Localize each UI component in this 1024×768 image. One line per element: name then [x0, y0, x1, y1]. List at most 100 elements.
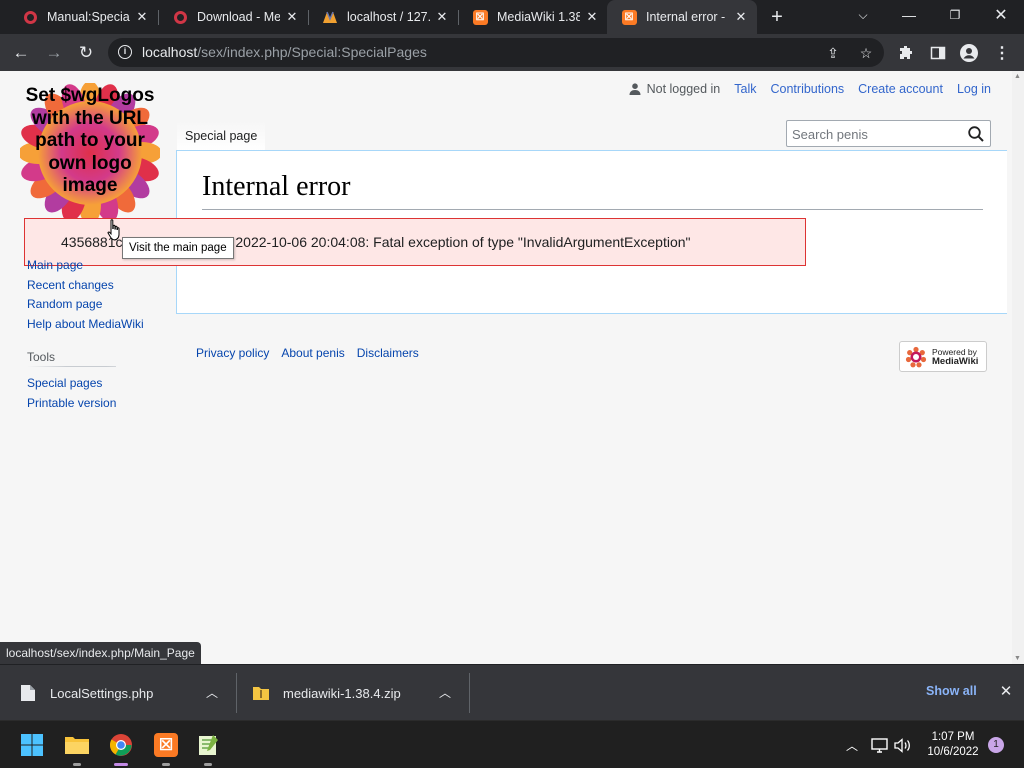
- folder-icon: [65, 737, 89, 754]
- mediawiki-flower-icon: [905, 346, 927, 367]
- download-item[interactable]: mediawiki-1.38.4.zip ︿: [253, 665, 468, 721]
- page-title: Internal error: [202, 171, 983, 210]
- sidebar-item-recent-changes[interactable]: Recent changes: [27, 277, 144, 297]
- file-icon: [21, 685, 35, 701]
- logo-tooltip: Visit the main page: [122, 237, 234, 259]
- download-shelf: LocalSettings.php ︿ mediawiki-1.38.4.zip…: [0, 664, 1024, 720]
- back-button[interactable]: ←: [8, 40, 34, 66]
- download-item[interactable]: LocalSettings.php ︿: [20, 665, 235, 721]
- site-info-icon[interactable]: i: [118, 45, 132, 59]
- browser-tab[interactable]: Download - MediaWiki ✕: [158, 0, 308, 34]
- profile-avatar-icon[interactable]: [958, 42, 980, 64]
- minimize-button[interactable]: —: [886, 0, 932, 30]
- tab-title: MediaWiki 1.38.4: [497, 10, 580, 24]
- clock-time: 1:07 PM: [931, 731, 975, 743]
- tab-title: localhost / 127.0.0.1: [347, 10, 430, 24]
- talk-link[interactable]: Talk: [734, 82, 756, 96]
- sidebar-item-main-page[interactable]: Main page: [27, 257, 144, 277]
- menu-kebab-icon[interactable]: ⋮: [991, 42, 1013, 64]
- disclaimers-link[interactable]: Disclaimers: [357, 346, 419, 360]
- tab-search-icon[interactable]: ⌵: [840, 0, 886, 30]
- sidebar-item-special-pages[interactable]: Special pages: [27, 375, 116, 395]
- page-scrollbar[interactable]: ▲ ▼: [1012, 71, 1024, 664]
- reload-button[interactable]: ↻: [73, 40, 99, 66]
- sidebar-tools: Tools Special pages Printable version: [27, 350, 117, 415]
- close-tab-icon[interactable]: ✕: [134, 9, 150, 25]
- chrome-button[interactable]: [105, 729, 137, 766]
- contributions-link[interactable]: Contributions: [771, 82, 845, 96]
- download-filename: mediawiki-1.38.4.zip: [283, 685, 401, 701]
- not-logged-in-status: Not logged in: [629, 82, 720, 96]
- browser-toolbar: ← → ↻ i localhost/sex/index.php/Special:…: [0, 34, 1024, 71]
- zip-folder-icon: [253, 687, 269, 700]
- show-all-downloads-button[interactable]: Show all: [926, 684, 977, 698]
- restore-button[interactable]: ❐: [932, 0, 978, 30]
- chrome-icon: [110, 734, 132, 756]
- opera-icon: [22, 9, 38, 25]
- chevron-up-icon[interactable]: ︿: [437, 684, 453, 700]
- tab-title: Manual:Special pages: [47, 10, 130, 24]
- network-icon[interactable]: [869, 735, 889, 755]
- close-tab-icon[interactable]: ✕: [733, 9, 749, 25]
- new-tab-button[interactable]: +: [766, 6, 788, 28]
- search-icon[interactable]: [967, 125, 985, 143]
- user-icon: [629, 83, 641, 95]
- close-shelf-icon[interactable]: ✕: [997, 682, 1015, 700]
- browser-tab[interactable]: ☒ MediaWiki 1.38.4 ✕: [458, 0, 608, 34]
- close-tab-icon[interactable]: ✕: [584, 9, 600, 25]
- sidebar-navigation: Main page Recent changes Random page Hel…: [27, 257, 144, 335]
- file-explorer-button[interactable]: [61, 729, 93, 766]
- system-clock[interactable]: 1:07 PM 10/6/2022: [920, 730, 986, 760]
- footer-links: Privacy policy About penis Disclaimers: [196, 346, 419, 360]
- xampp-button[interactable]: ☒: [150, 729, 182, 766]
- privacy-policy-link[interactable]: Privacy policy: [196, 346, 269, 360]
- search-input[interactable]: [792, 125, 962, 143]
- personal-tools: Not logged in Talk Contributions Create …: [629, 82, 991, 96]
- windows-logo-icon: [21, 734, 43, 756]
- notepad-plus-icon: [199, 735, 218, 755]
- powered-by-mediawiki-badge[interactable]: Powered by MediaWiki: [899, 341, 987, 372]
- phpmyadmin-icon: [322, 9, 338, 25]
- about-link[interactable]: About penis: [281, 346, 344, 360]
- tools-heading: Tools: [27, 350, 117, 368]
- tab-title: Download - MediaWiki: [197, 10, 280, 24]
- logo-text: Set $wgLogos with the URL path to your o…: [25, 85, 155, 196]
- sidebar-item-random-page[interactable]: Random page: [27, 296, 144, 316]
- mediawiki-text: MediaWiki: [932, 355, 979, 367]
- address-bar[interactable]: i localhost/sex/index.php/Special:Specia…: [108, 38, 884, 67]
- sidebar-item-printable-version[interactable]: Printable version: [27, 395, 116, 415]
- opera-icon: [172, 9, 188, 25]
- download-filename: LocalSettings.php: [50, 685, 154, 701]
- tab-special-page[interactable]: Special page: [177, 121, 266, 151]
- link-status-bubble: localhost/sex/index.php/Main_Page: [0, 642, 201, 664]
- volume-icon[interactable]: [893, 735, 913, 755]
- xampp-icon: ☒: [621, 9, 637, 25]
- browser-tabstrip: Manual:Special pages ✕ Download - MediaW…: [0, 0, 1024, 34]
- close-window-button[interactable]: ✕: [978, 0, 1024, 30]
- hand-cursor-icon: [107, 219, 120, 241]
- share-icon[interactable]: ⇪: [824, 44, 842, 62]
- notepad-plus-button[interactable]: [192, 729, 224, 766]
- tab-title: Internal error - penis: [646, 10, 729, 24]
- sidebar-item-help[interactable]: Help about MediaWiki: [27, 316, 144, 336]
- search-box: [786, 120, 991, 147]
- side-panel-icon[interactable]: [927, 42, 949, 64]
- extensions-icon[interactable]: [895, 42, 917, 64]
- url-text: localhost/sex/index.php/Special:SpecialP…: [142, 44, 427, 60]
- browser-tab-active[interactable]: ☒ Internal error - penis ✕: [607, 0, 757, 34]
- start-button[interactable]: [16, 729, 48, 761]
- log-in-link[interactable]: Log in: [957, 82, 991, 96]
- chevron-up-icon[interactable]: ︿: [204, 684, 220, 700]
- tray-overflow-chevron-icon[interactable]: ︿: [842, 735, 862, 755]
- create-account-link[interactable]: Create account: [858, 82, 943, 96]
- clock-date: 10/6/2022: [927, 746, 979, 758]
- close-tab-icon[interactable]: ✕: [284, 9, 300, 25]
- xampp-icon: ☒: [472, 9, 488, 25]
- browser-tab[interactable]: localhost / 127.0.0.1 ✕: [308, 0, 458, 34]
- forward-button[interactable]: →: [41, 40, 67, 66]
- notification-badge[interactable]: 1: [988, 737, 1004, 753]
- windows-taskbar: ☒ ︿ 1:07 PM 10/6/2022 1: [0, 720, 1024, 768]
- bookmark-star-icon[interactable]: ☆: [857, 44, 875, 62]
- close-tab-icon[interactable]: ✕: [434, 9, 450, 25]
- browser-tab[interactable]: Manual:Special pages ✕: [8, 0, 158, 34]
